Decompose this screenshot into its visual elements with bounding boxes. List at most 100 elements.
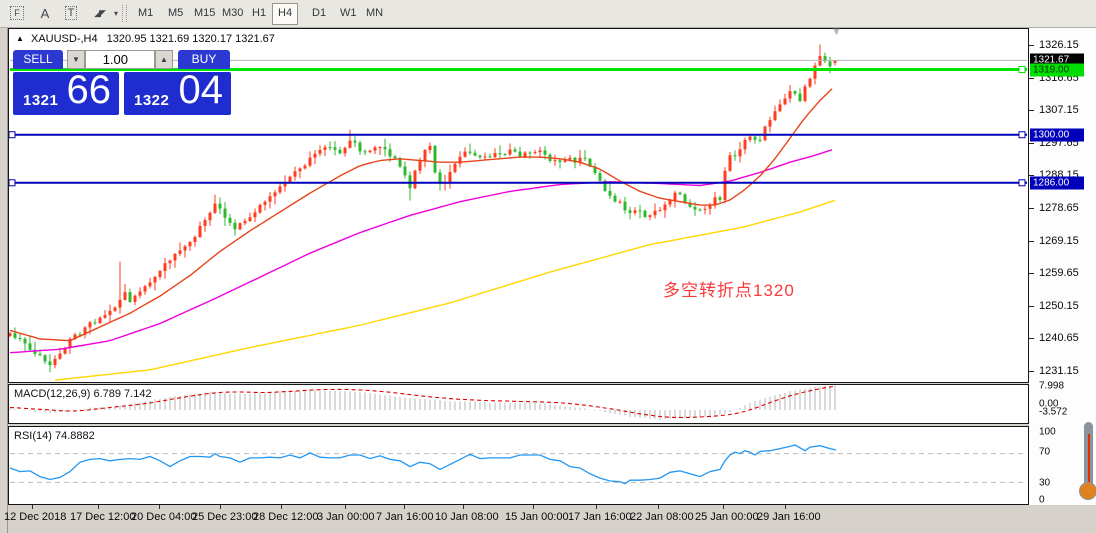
time-tick [596,505,597,509]
blue-line-1300-handle[interactable] [9,131,16,139]
timeframe-button-w1[interactable]: W1 [334,3,363,23]
time-tick [533,505,534,509]
collapse-triangle-icon[interactable]: ▲ [16,34,24,43]
volume-up-button[interactable]: ▲ [155,50,173,69]
macd-pane[interactable] [8,384,1029,424]
price-tick-dash [1029,338,1034,340]
trading-terminal-window: F A T ◢◤ ▾ M1 M5 M15 M30 H1 H4 D1 W1 MN ▲ XAUUSD… [0,0,1096,533]
time-label: 15 Jan 00:00 [505,511,569,523]
buy-price-main: 04 [178,68,224,112]
time-label: 20 Dec 04:00 [131,511,197,523]
buy-price-prefix: 1322 [134,92,170,109]
sell-price-display[interactable]: 1321 66 [13,68,119,115]
rsi-scale-label: 70 [1039,446,1051,458]
time-label: 25 Jan 00:00 [695,511,759,523]
rsi-scale-label: 100 [1039,426,1056,438]
macd-label: MACD(12,26,9) 6.789 7.142 [14,388,152,400]
rsi-scale-label: 0 [1039,494,1045,506]
timeframe-button-m5[interactable]: M5 [162,3,189,23]
time-label: 25 Dec 23:00 [192,511,258,523]
price-tick-dash [1029,208,1034,210]
green-support-line-handle[interactable] [1018,66,1026,74]
ma-mid-magenta [9,149,833,354]
price-tick-dash [1029,371,1034,373]
rsi-chart [9,444,1027,485]
time-tick [404,505,405,509]
sell-price-prefix: 1321 [23,92,59,109]
price-tick-label: 1259.65 [1039,267,1079,280]
chart-symbol: XAUUSD-,H4 [30,33,98,45]
price-tick-dash [1029,77,1034,79]
price-tick-label: 1240.65 [1039,332,1079,345]
time-axis[interactable]: 12 Dec 2018 17 Dec 12:00 20 Dec 04:00 25 De… [4,505,1029,533]
time-tick [723,505,724,509]
price-tick-label: 1250.15 [1039,299,1079,312]
sell-price-main: 66 [66,68,112,112]
time-tick [281,505,282,509]
rsi-line [9,444,837,485]
one-click-trade-panel: SELL ▼ 1.00 ▲ BUY 1321 66 1322 04 [13,50,231,116]
thermometer-icon [1074,420,1096,510]
price-badge-1319.00: 1319.00 [1030,63,1084,77]
price-tick-dash [1029,110,1034,112]
ma-fast-red [9,88,833,342]
buy-price-display[interactable]: 1322 04 [124,68,231,115]
time-label: 22 Jan 08:00 [630,511,694,523]
time-label: 29 Jan 16:00 [757,511,821,523]
dropdown-caret-icon[interactable]: ▾ [110,3,122,23]
thermometer-fill [1087,434,1090,486]
time-label: 28 Dec 12:00 [253,511,319,523]
rsi-pane[interactable] [8,426,1029,505]
timeframe-button-m30[interactable]: M30 [216,3,249,23]
timeframe-button-h4[interactable]: H4 [272,3,299,25]
blue-line-1286-handle[interactable] [1018,179,1026,187]
blue-line-1300-handle[interactable] [1018,131,1026,139]
text-box-glyph: T [64,6,78,20]
time-tick [463,505,464,509]
time-label: 12 Dec 2018 [4,511,67,523]
buy-button[interactable]: BUY [178,50,230,69]
thermometer-bulb [1079,482,1096,500]
price-tick-label: 1326.15 [1039,39,1079,51]
arrows-tool-icon[interactable]: ◢◤ [88,3,110,23]
fib-grid-icon[interactable]: F [6,3,28,23]
time-tick [32,505,33,509]
time-tick [220,505,221,509]
time-tick [98,505,99,509]
time-tick [658,505,659,509]
time-tick [345,505,346,509]
chart-ohlc: 1320.95 1321.69 1320.17 1321.67 [106,33,275,45]
price-tick-dash [1029,273,1034,275]
timeframe-button-mn[interactable]: MN [360,3,389,23]
time-tick [785,505,786,509]
price-tick-dash [1029,240,1034,242]
volume-input[interactable]: 1.00 [85,50,155,69]
sell-button[interactable]: SELL [13,50,63,69]
text-box-icon[interactable]: T [60,3,82,23]
volume-down-button[interactable]: ▼ [67,50,85,69]
blue-line-1286-handle[interactable] [9,179,16,187]
chart-shift-icon[interactable]: ▼ [831,26,842,38]
time-label: 17 Dec 12:00 [70,511,136,523]
time-tick [159,505,160,509]
price-tick-label: 1269.15 [1039,234,1079,247]
time-label: 3 Jan 00:00 [317,511,375,523]
toolbar-grip[interactable] [122,5,127,22]
time-label: 7 Jan 16:00 [376,511,434,523]
timeframe-button-m1[interactable]: M1 [132,3,159,23]
price-tick-dash [1029,45,1034,46]
macd-chart [9,385,836,420]
price-tick-label: 1307.15 [1039,104,1079,117]
toolbar: F A T ◢◤ ▾ M1 M5 M15 M30 H1 H4 D1 W1 MN [0,0,1096,28]
price-tick-label: 1231.15 [1039,365,1079,378]
text-label-icon[interactable]: A [36,3,54,23]
price-tick-dash [1029,305,1034,307]
fib-grid-glyph: F [10,6,24,20]
rsi-scale-label: 30 [1039,477,1051,489]
window-left-edge [0,28,8,533]
timeframe-button-h1[interactable]: H1 [246,3,272,23]
time-label: 17 Jan 16:00 [568,511,632,523]
rsi-label: RSI(14) 74.8882 [14,430,95,442]
price-badge-1300.00: 1300.00 [1030,128,1084,142]
timeframe-button-d1[interactable]: D1 [306,3,332,23]
